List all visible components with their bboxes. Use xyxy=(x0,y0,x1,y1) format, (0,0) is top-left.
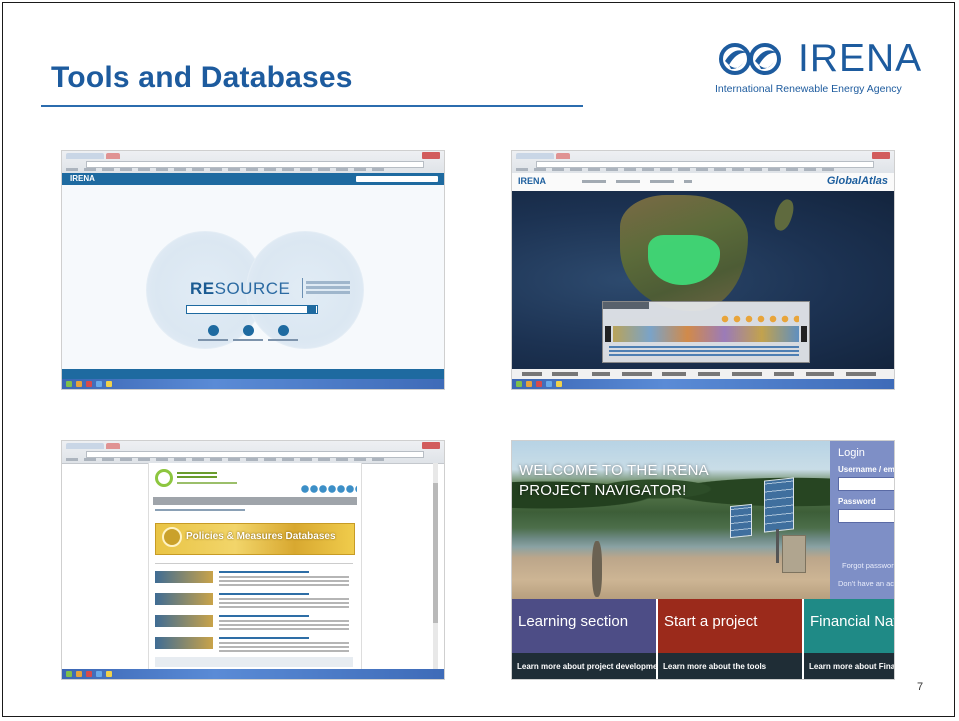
irena-emblem-icon xyxy=(719,43,781,75)
forgot-password-link: Forgot passwor xyxy=(842,561,894,570)
database-row xyxy=(155,613,353,635)
logo-wordmark: IRENA xyxy=(798,37,923,80)
resource-option-icon xyxy=(278,325,289,336)
share-icons xyxy=(301,485,357,493)
atlas-brand: IRENA xyxy=(518,176,547,186)
browser-chrome xyxy=(62,441,444,464)
slide-title: Tools and Databases xyxy=(51,61,353,94)
resource-wordmark: RESOURCE xyxy=(190,279,291,298)
login-title: Login xyxy=(838,447,865,459)
policies-banner: Policies & Measures Databases xyxy=(155,523,355,555)
database-row xyxy=(155,569,353,591)
link-financial: Learn more about Financ xyxy=(804,653,894,679)
scrollbar xyxy=(433,463,438,669)
solar-panel xyxy=(764,477,794,533)
policies-database-screenshot: Policies & Measures Databases xyxy=(62,441,444,679)
database-row xyxy=(155,591,353,613)
browser-chrome xyxy=(62,151,444,174)
resource-footer xyxy=(62,369,444,379)
logo-subtitle: International Renewable Energy Agency xyxy=(715,83,902,95)
tile-financial-navigator: Financial Navi xyxy=(804,599,894,653)
login-panel: Login Username / emai Password Forgot pa… xyxy=(830,441,894,599)
database-row xyxy=(155,635,353,657)
atlas-layer-panel xyxy=(602,301,810,363)
username-field xyxy=(838,477,894,491)
title-underline xyxy=(41,105,583,107)
irena-logo: IRENA International Renewable Energy Age… xyxy=(715,37,931,99)
resource-option-icon xyxy=(208,325,219,336)
policies-page: Policies & Measures Databases xyxy=(148,463,362,669)
resource-search-input xyxy=(186,305,318,314)
resource-header-search xyxy=(356,176,438,182)
password-label: Password xyxy=(838,497,876,506)
policies-nav xyxy=(153,497,357,505)
atlas-map xyxy=(512,191,894,369)
iea-badge-icon xyxy=(162,527,182,547)
tile-start-project: Start a project xyxy=(658,599,802,653)
iea-logo-icon xyxy=(155,469,173,487)
project-navigator-screenshot: WELCOME TO THE IRENA PROJECT NAVIGATOR! … xyxy=(512,441,894,679)
resource-brand: IRENA xyxy=(70,174,95,183)
page-number: 7 xyxy=(917,681,924,693)
atlas-header: IRENA GlobalAtlas xyxy=(512,173,894,192)
resource-stage: RESOURCE xyxy=(62,185,444,369)
resource-screenshot: IRENA RESOURCE xyxy=(62,151,444,389)
taskbar xyxy=(512,379,894,389)
solar-panel xyxy=(730,503,752,539)
browser-chrome xyxy=(512,151,894,174)
resource-search-button xyxy=(307,305,316,314)
resource-header: IRENA xyxy=(62,173,444,185)
link-tools: Learn more about the tools xyxy=(658,653,802,679)
no-account-link: Don't have an acc xyxy=(838,579,894,588)
global-atlas-screenshot: IRENA GlobalAtlas xyxy=(512,151,894,389)
username-label: Username / emai xyxy=(838,465,894,474)
resource-option-icon xyxy=(243,325,254,336)
taskbar xyxy=(62,669,444,679)
welcome-heading: WELCOME TO THE IRENA PROJECT NAVIGATOR! xyxy=(519,462,709,499)
password-field xyxy=(838,509,894,523)
taskbar xyxy=(62,379,444,389)
tile-learning-section: Learning section xyxy=(512,599,656,653)
slide: Tools and Databases IRENA International … xyxy=(2,2,955,717)
hero-photo: WELCOME TO THE IRENA PROJECT NAVIGATOR! xyxy=(512,441,830,599)
policies-banner-text: Policies & Measures Databases xyxy=(186,531,336,542)
partner-logos xyxy=(512,369,894,379)
atlas-product: GlobalAtlas xyxy=(826,175,888,187)
link-project-development: Learn more about project development xyxy=(512,653,665,679)
